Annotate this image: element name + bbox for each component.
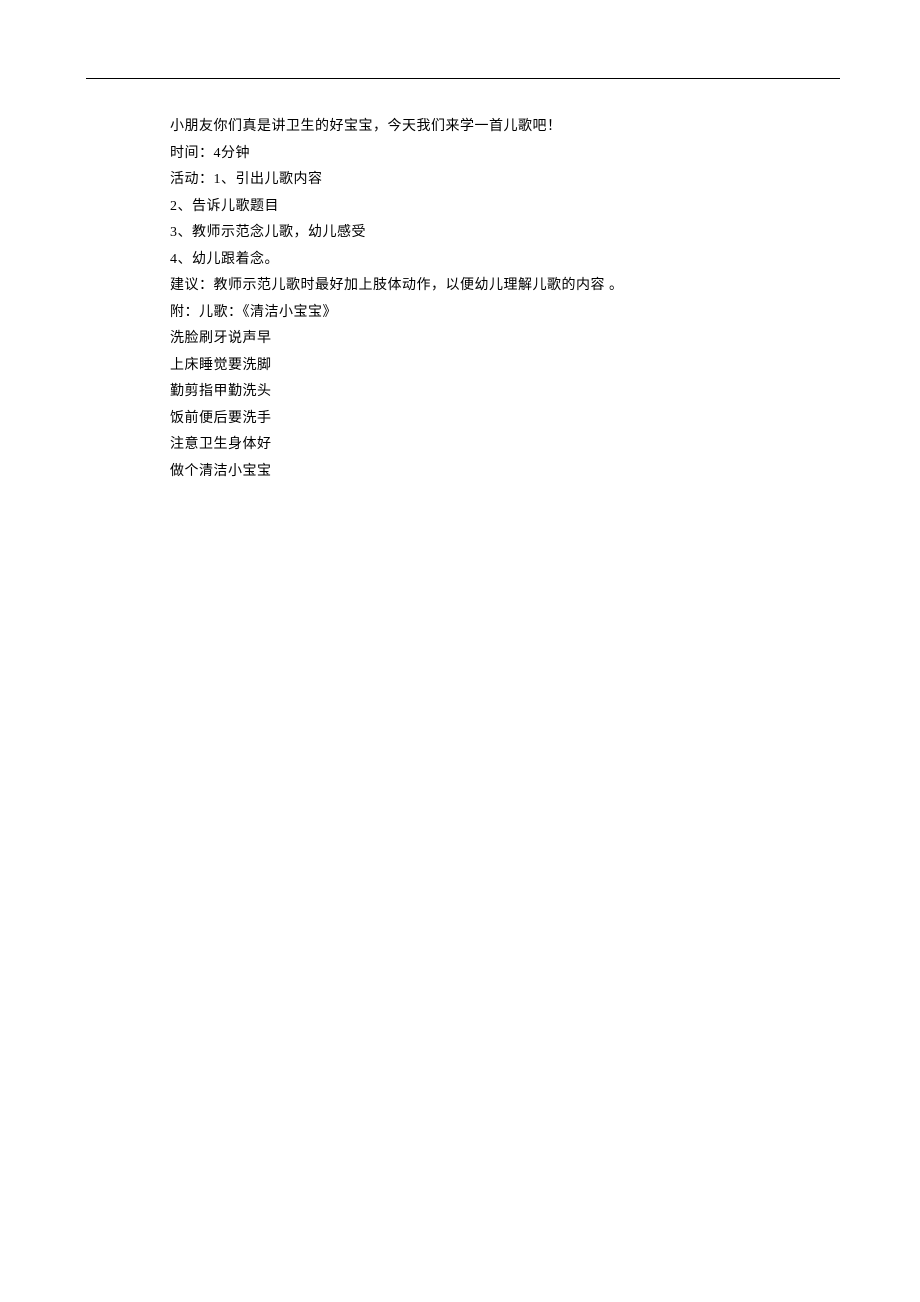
text-line: 洗脸刷牙说声早: [170, 326, 800, 353]
text-line: 3、教师示范念儿歌，幼儿感受: [170, 220, 800, 247]
text-line: 4、幼儿跟着念。: [170, 247, 800, 274]
text-line: 时间：4分钟: [170, 141, 800, 168]
text-line: 附：儿歌：《清洁小宝宝》: [170, 300, 800, 327]
text-line: 活动：1、引出儿歌内容: [170, 167, 800, 194]
text-line: 勤剪指甲勤洗头: [170, 379, 800, 406]
text-line: 注意卫生身体好: [170, 432, 800, 459]
text-line: 上床睡觉要洗脚: [170, 353, 800, 380]
text-line: 小朋友你们真是讲卫生的好宝宝，今天我们来学一首儿歌吧！: [170, 114, 800, 141]
text-line: 饭前便后要洗手: [170, 406, 800, 433]
text-line: 建议：教师示范儿歌时最好加上肢体动作，以便幼儿理解儿歌的内容 。: [170, 273, 800, 300]
text-line: 2、告诉儿歌题目: [170, 194, 800, 221]
horizontal-rule: [86, 78, 840, 79]
document-content: 小朋友你们真是讲卫生的好宝宝，今天我们来学一首儿歌吧！ 时间：4分钟 活动：1、…: [170, 114, 800, 485]
text-line: 做个清洁小宝宝: [170, 459, 800, 486]
